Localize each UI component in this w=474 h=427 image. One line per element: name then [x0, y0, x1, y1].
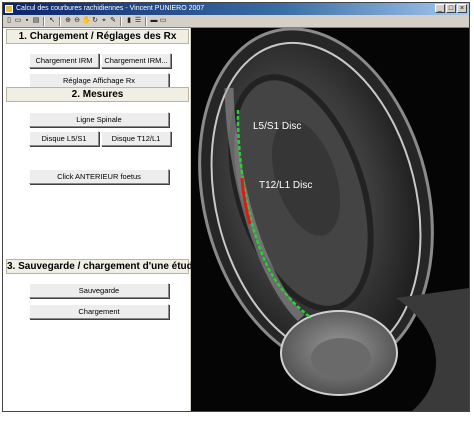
- brush-icon[interactable]: ✎: [109, 17, 117, 25]
- app-window: Calcul des courbures rachidiennes - Vinc…: [2, 2, 470, 412]
- load-irm-button-1[interactable]: Chargement IRM: [29, 53, 99, 68]
- figure-icon[interactable]: ▬: [150, 17, 158, 25]
- open-folder-icon[interactable]: ▭: [14, 17, 22, 25]
- mri-viewer[interactable]: L5/S1 Disc T12/L1 Disc: [191, 28, 469, 411]
- minimize-button[interactable]: _: [435, 4, 445, 13]
- pointer-icon[interactable]: ↖: [48, 17, 56, 25]
- app-icon: [5, 5, 13, 13]
- control-panel: 1. Chargement / Réglages des Rx Chargeme…: [3, 28, 199, 411]
- legend-icon[interactable]: ☰: [134, 17, 142, 25]
- toolbar-separator: [120, 16, 122, 26]
- maximize-button[interactable]: □: [446, 4, 456, 13]
- toolbar: ▯ ▭ ▪ ▤ ↖ ⊕ ⊖ ✋ ↻ ⌖ ✎ ▮ ☰ ▬ ▭: [3, 15, 469, 28]
- zoom-in-icon[interactable]: ⊕: [64, 17, 72, 25]
- data-cursor-icon[interactable]: ⌖: [100, 17, 108, 25]
- new-doc-icon[interactable]: ▯: [5, 17, 13, 25]
- window-icon[interactable]: ▭: [159, 17, 167, 25]
- colorbar-icon[interactable]: ▮: [125, 17, 133, 25]
- l5s1-disc-label: L5/S1 Disc: [253, 121, 302, 132]
- display-settings-button[interactable]: Réglage Affichage Rx: [29, 73, 169, 88]
- rotate-icon[interactable]: ↻: [91, 17, 99, 25]
- load-irm-button-2[interactable]: Chargement IRM...: [101, 53, 171, 68]
- mri-image: [191, 28, 469, 411]
- window-title: Calcul des courbures rachidiennes - Vinc…: [16, 5, 205, 12]
- toolbar-separator: [43, 16, 45, 26]
- t12l1-disc-label: T12/L1 Disc: [259, 180, 313, 191]
- pan-hand-icon[interactable]: ✋: [82, 17, 91, 25]
- spinal-line-button[interactable]: Ligne Spinale: [29, 112, 169, 127]
- print-icon[interactable]: ▤: [32, 17, 40, 25]
- section-loading-title: 1. Chargement / Réglages des Rx: [6, 29, 189, 44]
- close-button[interactable]: ×: [457, 4, 467, 13]
- head-inner: [311, 338, 371, 378]
- section-save-title: 3. Sauvegarde / chargement d'une étude: [6, 259, 199, 274]
- section-measures-title: 2. Mesures: [6, 87, 189, 102]
- title-bar: Calcul des courbures rachidiennes - Vinc…: [3, 3, 469, 15]
- zoom-out-icon[interactable]: ⊖: [73, 17, 81, 25]
- load-study-button[interactable]: Chargement: [29, 304, 169, 319]
- toolbar-separator: [145, 16, 147, 26]
- toolbar-separator: [59, 16, 61, 26]
- disc-l5s1-button[interactable]: Disque L5/S1: [29, 131, 99, 146]
- disc-t12l1-button[interactable]: Disque T12/L1: [101, 131, 171, 146]
- click-anterior-button[interactable]: Click ANTERIEUR foetus: [29, 169, 169, 184]
- save-icon[interactable]: ▪: [23, 17, 31, 25]
- save-study-button[interactable]: Sauvegarde: [29, 283, 169, 298]
